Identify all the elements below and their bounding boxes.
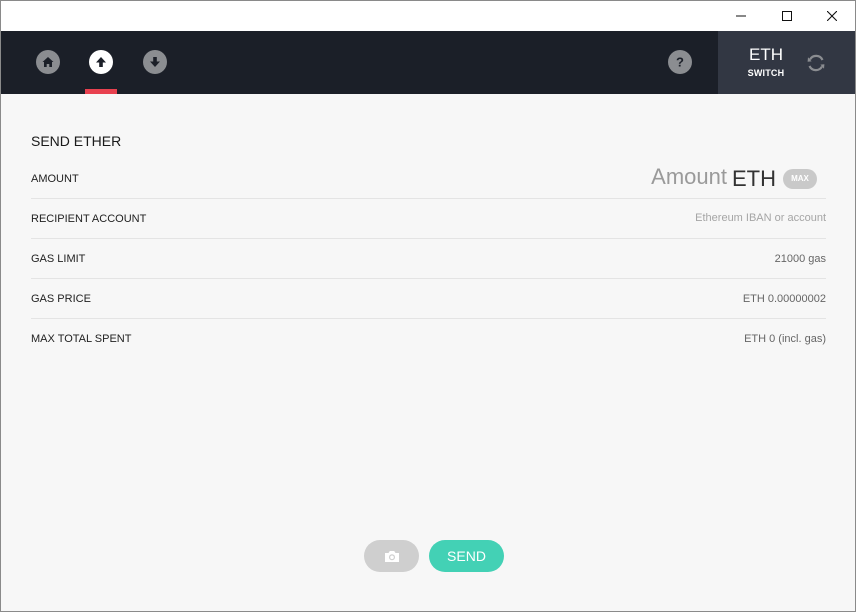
top-nav: ? ETH SWITCH [1,31,855,94]
currency-switch[interactable]: ETH SWITCH [718,31,855,94]
send-button[interactable]: SEND [429,540,504,572]
page-title: SEND ETHER [31,133,122,149]
app-window: ? ETH SWITCH SEND ETHER AMOUNT ETH MAX R… [0,0,856,612]
arrow-up-icon [96,57,106,67]
switch-label: SWITCH [747,68,785,78]
nav-send[interactable] [89,50,113,74]
amount-unit: ETH [732,166,776,191]
gas-limit-label: GAS LIMIT [31,253,86,265]
recipient-label: RECIPIENT ACCOUNT [31,213,147,225]
amount-row: AMOUNT ETH MAX [31,159,826,199]
gas-price-value: ETH 0.00000002 [742,293,826,305]
arrow-down-icon [150,57,160,67]
help-button[interactable]: ? [668,50,692,74]
minimize-button[interactable] [718,1,764,31]
close-icon [827,11,837,21]
max-total-label: MAX TOTAL SPENT [31,333,132,345]
recipient-row: RECIPIENT ACCOUNT [31,199,826,239]
maximize-button[interactable] [764,1,810,31]
active-tab-indicator [85,89,117,94]
gas-price-label: GAS PRICE [31,293,91,305]
gas-limit-value: 21000 gas [774,253,826,265]
refresh-icon[interactable] [804,51,828,75]
currency-label: ETH [749,45,783,64]
scan-qr-button[interactable] [364,540,419,572]
max-button[interactable]: MAX [783,169,817,189]
nav-receive[interactable] [143,50,167,74]
amount-label: AMOUNT [31,173,79,185]
gas-limit-row: GAS LIMIT 21000 gas [31,239,826,279]
title-bar [1,1,855,31]
maximize-icon [782,11,792,21]
gas-price-row: GAS PRICE ETH 0.00000002 [31,279,826,319]
camera-icon [384,550,399,562]
recipient-input[interactable] [526,207,826,229]
svg-text:?: ? [676,55,684,69]
question-icon: ? [676,55,684,69]
minimize-icon [736,15,746,17]
max-total-row: MAX TOTAL SPENT ETH 0 (incl. gas) [31,319,826,359]
nav-home[interactable] [36,50,60,74]
home-icon [42,57,54,67]
max-total-value: ETH 0 (incl. gas) [744,333,826,345]
close-button[interactable] [809,1,855,31]
